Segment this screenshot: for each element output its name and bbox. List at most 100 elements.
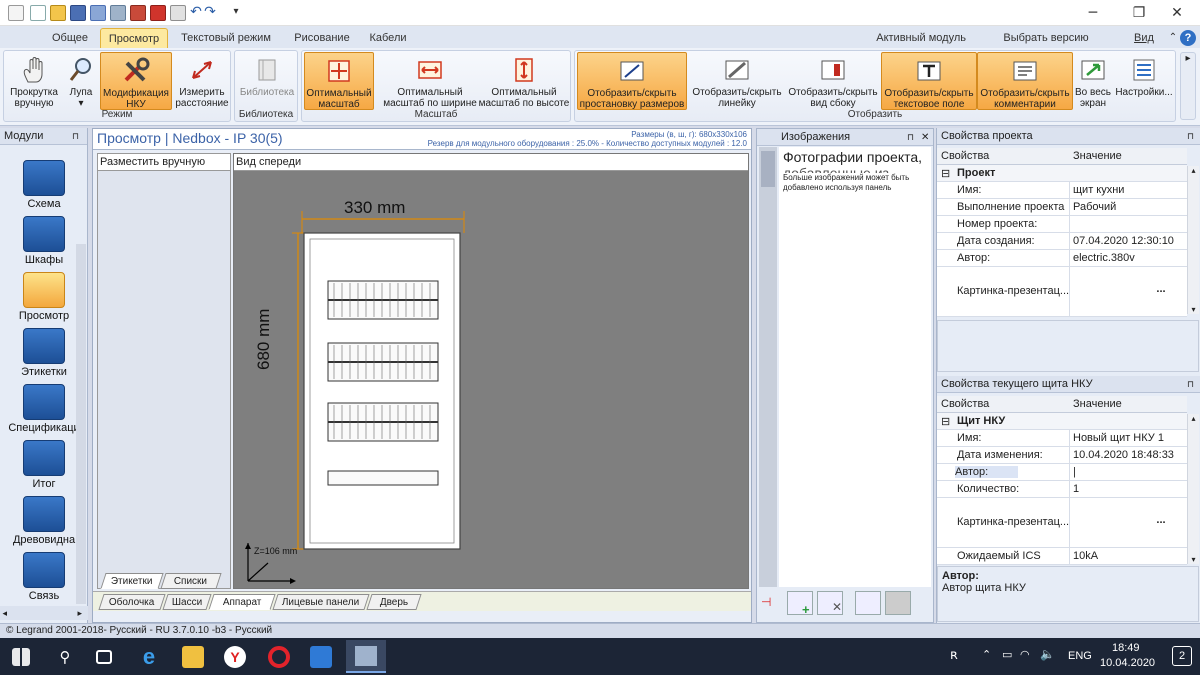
modules-scrollbar[interactable]: [76, 244, 86, 604]
clock-date[interactable]: 10.04.2020: [1100, 657, 1155, 669]
panel-picture-browse-button[interactable]: ...: [1137, 514, 1185, 534]
print-preview-icon[interactable]: [110, 5, 126, 21]
file-explorer-icon[interactable]: [182, 646, 204, 668]
module-view[interactable]: Просмотр: [0, 272, 88, 322]
project-group-row[interactable]: ⊟ Проект: [937, 165, 1187, 182]
toggle-ruler-button[interactable]: Отобразить/скрыть линейку: [689, 52, 785, 110]
quick-access-dropdown-icon[interactable]: ▾: [228, 5, 244, 21]
manual-scroll-button[interactable]: Прокрутка вручную: [6, 52, 62, 110]
images-close-icon[interactable]: ✕: [921, 129, 929, 146]
new-file-icon[interactable]: [30, 5, 46, 21]
pin-icon[interactable]: ⊓: [72, 128, 79, 145]
panel-group-row[interactable]: ⊟ Щит НКУ: [937, 413, 1187, 430]
table-row[interactable]: Дата создания: 07.04.2020 12:30:10: [937, 233, 1187, 250]
xl-pro-taskbar-button[interactable]: [346, 640, 386, 673]
toggle-side-view-button[interactable]: Отобразить/скрыть вид сбоку: [785, 52, 881, 110]
tab-enclosure[interactable]: Оболочка: [98, 594, 166, 610]
network-icon[interactable]: ◠: [1020, 648, 1030, 661]
opera-icon[interactable]: [268, 646, 290, 668]
close-icon[interactable]: ✕: [1154, 0, 1200, 26]
library-button[interactable]: Библиотека: [237, 52, 297, 110]
image-move-icon[interactable]: [855, 591, 881, 615]
module-labels[interactable]: Этикетки: [0, 328, 88, 378]
modify-panel-button[interactable]: Модификация НКУ: [100, 52, 172, 110]
table-row[interactable]: Ожидаемый ICS 10kA: [937, 548, 1187, 565]
panel-picture-row[interactable]: Картинка-презентац......: [937, 498, 1187, 548]
tab-device[interactable]: Аппарат: [208, 594, 276, 610]
language-indicator[interactable]: ENG: [1068, 650, 1092, 662]
ribbon-scroll-button[interactable]: ▸: [1180, 52, 1196, 120]
mail-icon[interactable]: [310, 646, 332, 668]
table-row[interactable]: Выполнение проекта Рабочий: [937, 199, 1187, 216]
tab-general[interactable]: Общее: [44, 28, 96, 48]
module-tree[interactable]: Древовидна: [0, 496, 88, 546]
table-row[interactable]: Имя: щит кухни: [937, 182, 1187, 199]
edge-icon[interactable]: e: [138, 646, 160, 668]
view-menu[interactable]: Вид: [1124, 28, 1164, 48]
optimal-scale-button[interactable]: Оптимальный масштаб: [304, 52, 374, 110]
module-schema[interactable]: Схема: [0, 160, 88, 210]
toggle-comments-button[interactable]: Отобразить/скрыть комментарии: [977, 52, 1073, 110]
toggle-text-field-button[interactable]: Отобразить/скрыть текстовое поле: [881, 52, 977, 110]
panel-props-scrollbar[interactable]: ▴ ▾: [1187, 414, 1199, 564]
magnifier-button[interactable]: Лупа ▾: [64, 52, 98, 110]
task-view-icon[interactable]: [96, 650, 112, 664]
windows-start-icon[interactable]: [12, 648, 30, 666]
open-folder-icon[interactable]: [50, 5, 66, 21]
collapse-panel-icon[interactable]: ⊟: [941, 415, 950, 428]
project-props-scrollbar[interactable]: ▴ ▾: [1187, 166, 1199, 314]
save-as-icon[interactable]: [90, 5, 106, 21]
images-pin-icon[interactable]: ⊓: [907, 129, 914, 146]
table-row[interactable]: Количество: 1: [937, 481, 1187, 498]
tab-chassis[interactable]: Шасси: [162, 594, 212, 610]
front-view-canvas[interactable]: Вид спереди 330 mm 680 mm Z=106 mm: [233, 153, 749, 589]
modules-hscroll[interactable]: ◂ ▸: [0, 606, 88, 620]
select-version-menu[interactable]: Выбрать версию программы...: [972, 28, 1120, 64]
people-icon[interactable]: ʀ: [950, 648, 958, 663]
image-rotate-icon[interactable]: [885, 591, 911, 615]
manual-placement-list[interactable]: Разместить вручную: [97, 153, 231, 589]
tab-drawing[interactable]: Рисование: [290, 28, 354, 48]
yandex-browser-icon[interactable]: Y: [224, 646, 246, 668]
table-row[interactable]: Номер проекта:: [937, 216, 1187, 233]
table-row[interactable]: Автор: electric.380v: [937, 250, 1187, 267]
ribbon-collapse-icon[interactable]: ⌃: [1166, 28, 1180, 48]
tab-door[interactable]: Дверь: [366, 594, 422, 610]
add-image-icon[interactable]: +: [787, 591, 813, 617]
clock-time[interactable]: 18:49: [1112, 642, 1140, 654]
tray-expand-icon[interactable]: ⌃: [982, 648, 991, 661]
help-icon[interactable]: ?: [1180, 30, 1196, 46]
toggle-dimensions-button[interactable]: Отобразить/скрыть простановку размеров: [577, 52, 687, 110]
collapse-project-icon[interactable]: ⊟: [941, 167, 950, 180]
project-picture-browse-button[interactable]: ...: [1137, 283, 1185, 303]
author-input[interactable]: |: [1073, 466, 1076, 478]
minimize-icon[interactable]: ─: [1070, 0, 1116, 26]
images-scroll-thumb[interactable]: [761, 151, 775, 187]
volume-icon[interactable]: 🔈: [1040, 647, 1055, 661]
measure-distance-button[interactable]: Измерить расстояние: [174, 52, 230, 110]
tab-text-mode[interactable]: Текстовый режим: [176, 28, 276, 48]
project-props-pin-icon[interactable]: ⊓: [1187, 128, 1194, 145]
module-link[interactable]: Связь: [0, 552, 88, 602]
module-specification[interactable]: Спецификаци: [0, 384, 88, 434]
tab-lists[interactable]: Списки: [160, 573, 222, 589]
remove-image-icon[interactable]: ✕: [817, 591, 843, 615]
project-picture-row[interactable]: Картинка-презентац......: [937, 267, 1187, 317]
tab-view[interactable]: Просмотр: [100, 28, 168, 48]
search-icon[interactable]: ⚲: [54, 646, 76, 668]
table-row[interactable]: Дата изменения: 10.04.2020 18:48:33: [937, 447, 1187, 464]
panel-props-pin-icon[interactable]: ⊓: [1187, 376, 1194, 393]
pdf-export-icon[interactable]: [150, 5, 166, 21]
notifications-icon[interactable]: 2: [1172, 646, 1192, 666]
active-module-menu[interactable]: Активный модуль: [866, 28, 966, 48]
images-scrollbar[interactable]: [759, 147, 777, 587]
tab-labels[interactable]: Этикетки: [100, 573, 164, 589]
print-icon[interactable]: [130, 5, 146, 21]
fullscreen-button[interactable]: Во весь экран: [1073, 52, 1113, 110]
battery-icon[interactable]: ▭: [1002, 648, 1012, 661]
fit-width-button[interactable]: Оптимальный масштаб по ширине: [378, 52, 482, 110]
table-row[interactable]: Автор: |: [937, 464, 1187, 481]
redo-icon[interactable]: ↷: [202, 5, 218, 21]
table-row[interactable]: Имя: Новый щит НКУ 1: [937, 430, 1187, 447]
module-summary[interactable]: Итог: [0, 440, 88, 490]
